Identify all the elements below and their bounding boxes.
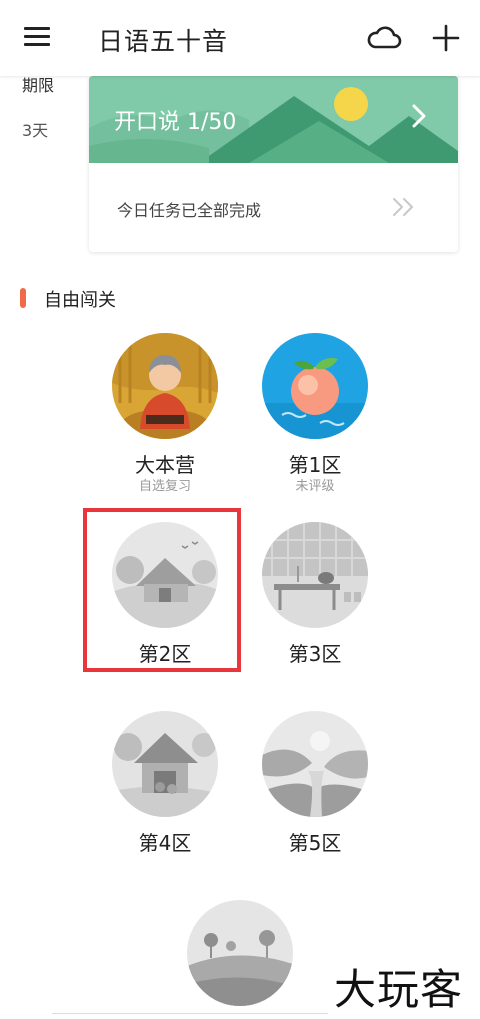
level-2[interactable]: 第2区 — [100, 522, 230, 666]
level-name: 大本营 — [135, 453, 195, 477]
app-header: 日语五十音 — [0, 0, 480, 76]
level-base-camp[interactable]: 大本营 自选复习 — [100, 333, 230, 495]
level-name: 第1区 — [288, 453, 342, 477]
level-5[interactable]: 第5区 — [250, 711, 380, 855]
valley-icon — [262, 711, 368, 817]
speaking-banner[interactable]: 开口说 1/50 — [89, 76, 458, 163]
level-name: 第5区 — [288, 831, 342, 855]
level-next[interactable] — [175, 900, 305, 1006]
tea-room-icon — [262, 522, 368, 628]
level-4[interactable]: 第4区 — [100, 711, 230, 855]
add-icon[interactable] — [432, 24, 460, 52]
level-name: 第3区 — [288, 642, 342, 666]
app-title: 日语五十音 — [98, 27, 229, 56]
cloud-icon[interactable] — [366, 24, 402, 52]
menu-icon[interactable] — [24, 27, 50, 47]
thatched-hut-icon — [112, 522, 218, 628]
level-name: 第2区 — [138, 642, 192, 666]
section-title: 自由闯关 — [44, 290, 116, 311]
chevron-right-icon — [412, 104, 426, 128]
village-icon — [112, 711, 218, 817]
speaking-progress: 开口说 1/50 — [114, 110, 237, 135]
level-status: 自选复习 — [138, 479, 191, 494]
task-status-row[interactable]: 今日任务已全部完成 — [89, 163, 458, 252]
hills-icon — [187, 900, 293, 1006]
section-marker — [20, 288, 26, 308]
deadline-info: 期限 3天 — [22, 72, 54, 141]
level-3[interactable]: 第3区 — [250, 522, 380, 666]
watermark: 大玩客 — [334, 965, 464, 1014]
level-status: 未评级 — [295, 479, 335, 494]
peach-icon — [262, 333, 368, 439]
speaking-card: 开口说 1/50 今日任务已全部完成 — [89, 76, 458, 252]
deadline-label: 期限 — [22, 76, 55, 95]
level-1[interactable]: 第1区 未评级 — [250, 333, 380, 495]
bottom-divider — [52, 1013, 328, 1019]
task-status: 今日任务已全部完成 — [117, 201, 262, 220]
level-name: 第4区 — [138, 831, 192, 855]
deadline-value: 3天 — [22, 121, 49, 140]
double-chevron-right-icon — [393, 198, 413, 216]
base-camp-icon — [112, 333, 218, 439]
